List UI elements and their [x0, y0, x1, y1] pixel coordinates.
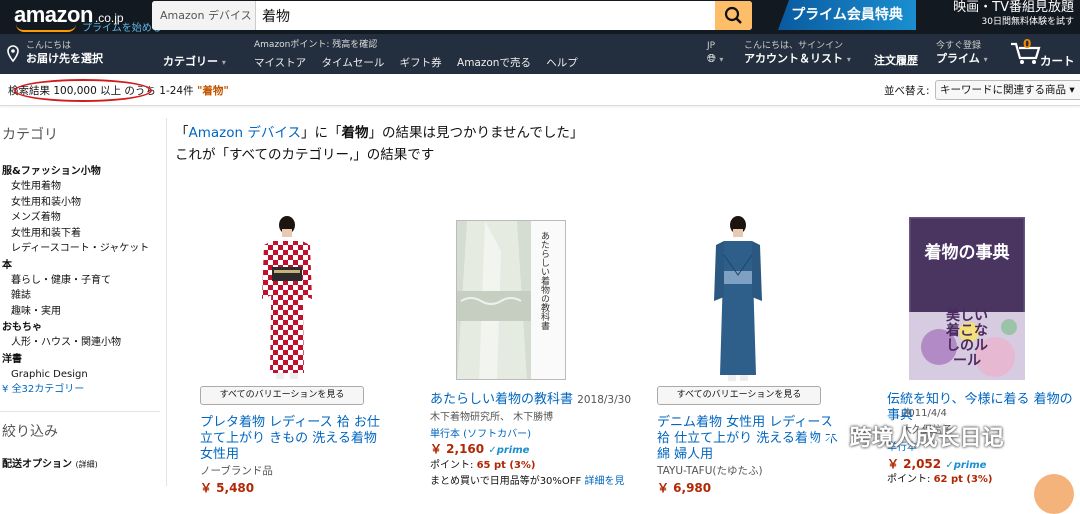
- wechat-icon: [807, 424, 841, 448]
- nav-link-help[interactable]: ヘルプ: [546, 57, 578, 69]
- prime-menu[interactable]: 今すぐ登録 プライム ▾: [936, 41, 988, 67]
- product-4-points: ポイント: 62 pt (3%): [887, 474, 993, 485]
- language-selector[interactable]: JP 🌐︎ ▾: [707, 41, 723, 66]
- sidebar-item-magazines[interactable]: 雑誌: [11, 288, 166, 304]
- category-menu[interactable]: カテゴリー ▾: [163, 53, 226, 69]
- sidebar-item-hobby[interactable]: 趣味・実用: [11, 304, 166, 320]
- results-query: "着物": [196, 85, 229, 97]
- product-2-format[interactable]: 単行本 (ソフトカバー): [430, 425, 531, 440]
- prime-badge-icon: ✓prime: [488, 445, 530, 456]
- sort-label: 並べ替え:: [884, 85, 930, 97]
- product-4-image[interactable]: 着物の事典 美しい着こなしのルール: [909, 217, 1025, 380]
- book-1-cover-title: あたらしい着物の教科書: [539, 231, 549, 330]
- sidebar-item-living[interactable]: 暮らし・健康・子育て: [11, 273, 166, 289]
- location-pin-icon: [7, 45, 19, 63]
- no-results-message: 「Amazon デバイス」に「着物」の結果は見つかりませんでした」 これが「すべ…: [175, 122, 583, 166]
- book-2-cover-subtitle: 美しい着こなしのルール: [946, 308, 988, 369]
- product-3-image[interactable]: [712, 215, 764, 383]
- product-3-price: ￥ 6,980: [657, 481, 712, 495]
- highlight-circle: [14, 79, 152, 102]
- smile-icon: [16, 24, 76, 32]
- category-heading: カテゴリ: [2, 127, 58, 143]
- refine-heading: 絞り込み: [2, 424, 58, 440]
- orders-link[interactable]: 注文履歴: [874, 54, 918, 68]
- amazon-logo[interactable]: amazon .co.jp プライムを始める: [14, 2, 162, 34]
- chevron-down-icon: ¥: [2, 384, 9, 395]
- nav-links: マイストア タイムセール ギフト券 Amazonで売る ヘルプ: [254, 55, 578, 70]
- product-2-image[interactable]: あたらしい着物の教科書: [456, 220, 566, 380]
- product-2-note: まとめ買いで日用品等が30%OFF 詳細を見: [430, 476, 625, 487]
- sidebar-item-womens-underwear[interactable]: 女性用和装下着: [11, 226, 166, 242]
- product-1-brand: ノーブランド品: [200, 465, 273, 477]
- product-2-detail-link[interactable]: 詳細を見: [585, 476, 625, 487]
- shipping-option-heading: 配送オプション (詳細): [2, 459, 98, 470]
- book-2-cover-title: 着物の事典: [924, 243, 1010, 263]
- sidebar-group-books[interactable]: 本: [2, 258, 166, 273]
- search-icon: [724, 6, 742, 24]
- product-2-title[interactable]: あたらしい着物の教科書 2018/3/30: [430, 392, 631, 408]
- sidebar-item-womens-accessories[interactable]: 女性用和装小物: [11, 195, 166, 211]
- nav-link-mystore[interactable]: マイストア: [254, 57, 306, 69]
- sidebar-item-mens-kimono[interactable]: メンズ着物: [11, 210, 166, 226]
- sidebar-group-foreign-books[interactable]: 洋書: [2, 352, 166, 367]
- sidebar-item-graphic-design[interactable]: Graphic Design: [11, 367, 166, 383]
- sidebar-item-ladies-coats[interactable]: レディースコート・ジャケット: [11, 241, 166, 257]
- product-4-date: 2011/4/4: [902, 408, 947, 419]
- all-categories-link[interactable]: ¥ 全32カテゴリー: [2, 382, 166, 397]
- top-bar: amazon.co.jp プライムを始める Amazon デバイス ▾ プライム…: [0, 0, 1080, 34]
- prime-start-link[interactable]: プライムを始める: [82, 19, 162, 34]
- video-promo[interactable]: 映画・TV番組見放題 30日間無料体験を試す: [924, 0, 1074, 28]
- results-info-bar: 検索結果 100,000 以上 のうち 1-24件 "着物" 並べ替え: キーワ…: [0, 74, 1080, 106]
- sidebar: カテゴリ 服&ファッション小物 女性用着物 女性用和装小物 メンズ着物 女性用和…: [0, 118, 166, 470]
- cart-count: 0: [1023, 37, 1032, 51]
- sidebar-group-fashion[interactable]: 服&ファッション小物: [2, 164, 166, 179]
- sidebar-item-womens-kimono[interactable]: 女性用着物: [11, 179, 166, 195]
- sidebar-item-dolls[interactable]: 人形・ハウス・関連小物: [11, 335, 166, 351]
- search-button[interactable]: [715, 1, 752, 30]
- search-category-select[interactable]: Amazon デバイス ▾: [152, 1, 256, 30]
- points-link[interactable]: Amazonポイント: 残高を確認: [254, 40, 377, 51]
- globe-icon: 🌐︎: [707, 52, 716, 65]
- product-1-price: ￥ 5,480: [200, 481, 255, 495]
- scroll-top-button[interactable]: [1034, 474, 1074, 514]
- product-2-price: ￥ 2,160 ✓prime: [430, 442, 530, 456]
- prime-benefits-banner[interactable]: プライム会員特典: [778, 0, 916, 30]
- product-1-image[interactable]: [258, 215, 316, 383]
- cart-button[interactable]: 0 カート: [1010, 37, 1075, 70]
- sidebar-divider: [166, 118, 167, 486]
- sort-select[interactable]: キーワードに関連する商品 ▾: [935, 80, 1080, 100]
- search-input[interactable]: [260, 1, 712, 30]
- nav-link-giftcard[interactable]: ギフト券: [400, 57, 442, 69]
- nav-link-timesale[interactable]: タイムセール: [322, 57, 385, 69]
- product-1-variations-button[interactable]: すべてのバリエーションを見る: [200, 386, 364, 405]
- product-3-brand: TAYU-TAFU(たゆたふ): [657, 465, 763, 477]
- product-2-author: 木下着物研究所、 木下勝博: [430, 412, 554, 423]
- product-3-variations-button[interactable]: すべてのバリエーションを見る: [657, 386, 821, 405]
- sidebar-group-toys[interactable]: おもちゃ: [2, 320, 166, 335]
- shipping-detail-link[interactable]: (詳細): [75, 460, 97, 469]
- nav-link-sell[interactable]: Amazonで売る: [457, 57, 531, 69]
- store-link[interactable]: Amazon デバイス: [189, 125, 301, 141]
- product-1-title[interactable]: プレタ着物 レディース 袷 お仕立て上がり きもの 洗える着物 女性用: [200, 415, 390, 463]
- search-bar: Amazon デバイス ▾: [152, 1, 752, 30]
- deliver-to-button[interactable]: こんにちは お届け先を選択: [6, 41, 103, 66]
- all-categories-message: これが「すべてのカテゴリー,」の結果です: [175, 147, 435, 163]
- account-menu[interactable]: こんにちは、サインイン アカウント＆リスト ▾: [744, 41, 851, 67]
- watermark: 跨境人成长日记: [807, 420, 1004, 452]
- product-2-points: ポイント: 65 pt (3%): [430, 460, 536, 471]
- nav-bar: こんにちは お届け先を選択 カテゴリー ▾ Amazonポイント: 残高を確認 …: [0, 34, 1080, 74]
